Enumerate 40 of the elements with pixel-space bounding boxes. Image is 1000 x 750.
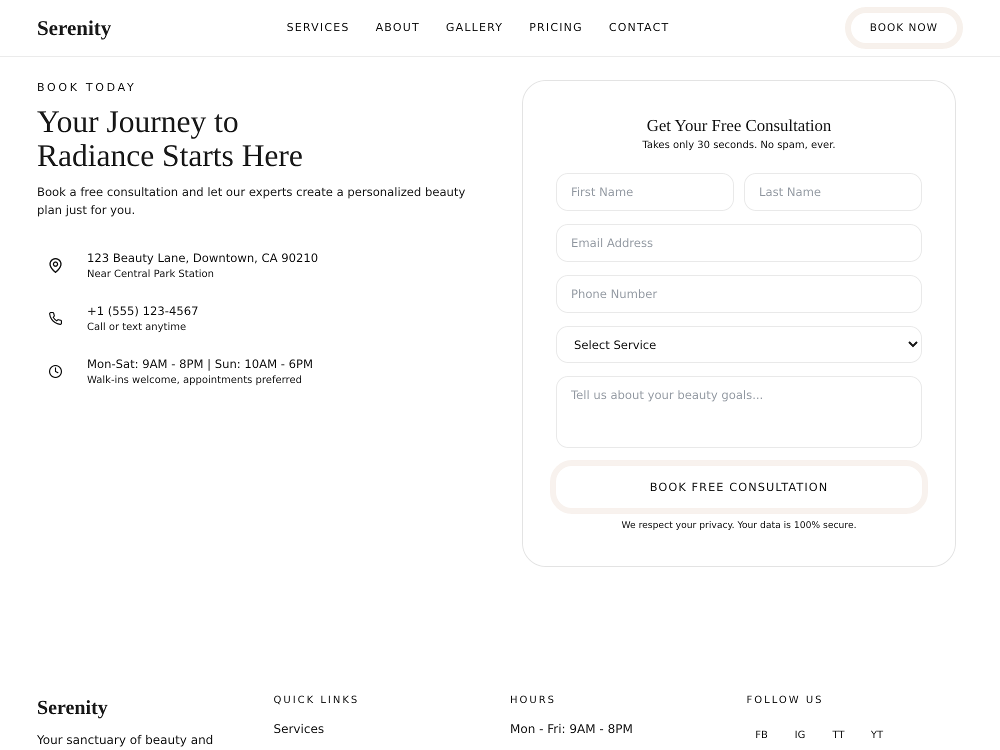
social-link[interactable]: YT: [870, 728, 884, 742]
nav-link[interactable]: ABOUT: [376, 20, 420, 36]
logo[interactable]: Serenity: [37, 15, 112, 41]
eyebrow-label: BOOK TODAY: [37, 80, 138, 96]
footer-link[interactable]: Services: [274, 720, 490, 738]
nav-link[interactable]: GALLERY: [446, 20, 504, 36]
footer-logo: Serenity: [37, 696, 109, 721]
submit-button[interactable]: BOOK FREE CONSULTATION: [550, 460, 928, 514]
map-pin-icon: [48, 258, 62, 273]
footer-heading: FOLLOW US: [746, 694, 825, 708]
hero-description: Book a free consultation and let our experts create a personalized beauty plan just for you.: [37, 184, 466, 219]
form-title: Get Your Free Consultation: [646, 115, 832, 137]
message-textarea[interactable]: Tell us about your beauty goals...: [556, 376, 922, 448]
text-input-field[interactable]: Phone Number: [556, 275, 922, 313]
footer-heading: QUICK LINKS: [274, 694, 360, 708]
contact-detail: Mon-Sat: 9AM - 8PM | Sun: 10AM - 6PM: [87, 356, 313, 373]
social-link[interactable]: IG: [794, 728, 806, 742]
text-input-field[interactable]: Last Name: [744, 173, 922, 211]
text-input-field[interactable]: First Name: [556, 173, 734, 211]
footer-link[interactable]: Mon - Fri: 9AM - 8PM: [510, 720, 726, 738]
nav-link[interactable]: CONTACT: [608, 20, 670, 36]
nav-link[interactable]: SERVICES: [286, 20, 350, 36]
hero-heading: Your Journey to Radiance Starts Here: [37, 105, 304, 173]
service-select[interactable]: Select Service: [556, 326, 922, 363]
contact-detail: +1 (555) 123-4567: [87, 303, 198, 320]
book-now-button[interactable]: BOOK NOW: [844, 7, 963, 49]
contact-note: Near Central Park Station: [87, 268, 215, 282]
social-link[interactable]: FB: [755, 728, 768, 742]
form-subtitle: Takes only 30 seconds. No spam, ever.: [641, 139, 837, 153]
clock-icon: [48, 364, 62, 379]
text-input-field[interactable]: Email Address: [556, 224, 922, 262]
privacy-note: We respect your privacy. Your data is 100% secure.: [620, 519, 858, 533]
social-link[interactable]: TT: [832, 728, 845, 742]
phone-icon: [48, 311, 62, 326]
footer-heading: HOURS: [510, 694, 558, 708]
footer-tagline: Your sanctuary of beauty and: [37, 733, 214, 747]
nav-link[interactable]: PRICING: [529, 20, 583, 36]
contact-note: Walk-ins welcome, appointments preferred: [87, 374, 303, 388]
contact-detail: 123 Beauty Lane, Downtown, CA 90210: [87, 250, 318, 267]
contact-note: Call or text anytime: [87, 321, 188, 335]
